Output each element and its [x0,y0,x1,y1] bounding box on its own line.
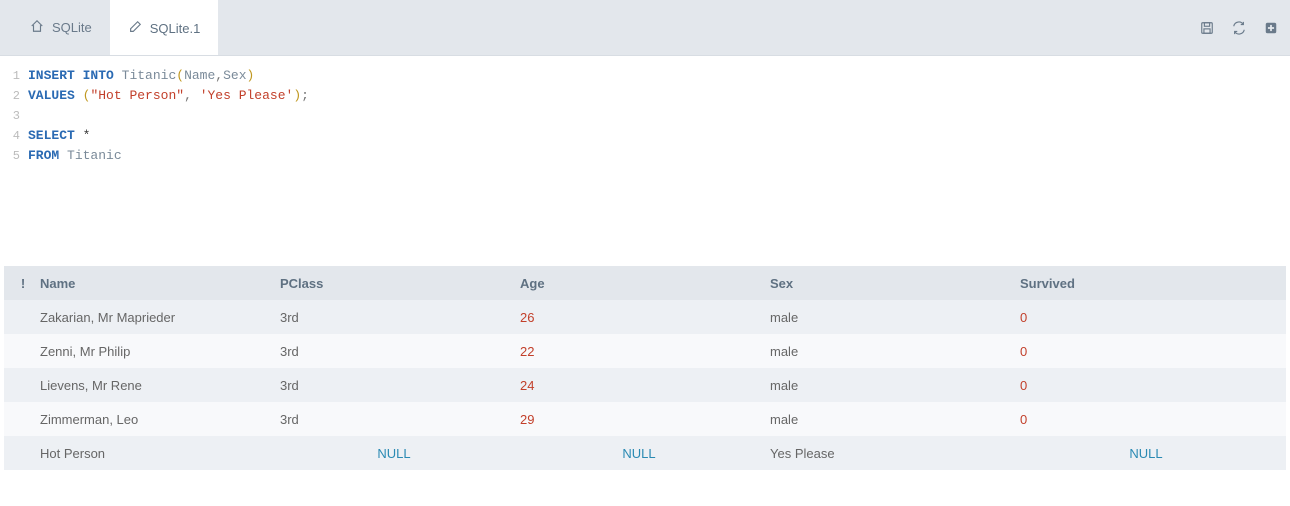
col-header-pclass[interactable]: PClass [274,276,514,291]
line-number: 1 [0,66,28,86]
editor-line[interactable]: 2VALUES ("Hot Person", 'Yes Please'); [0,86,1290,106]
cell-sex: male [764,378,1014,393]
code-content[interactable]: VALUES ("Hot Person", 'Yes Please'); [28,86,309,106]
table-row[interactable]: Lievens, Mr Rene3rd24male0 [4,368,1286,402]
editor-line[interactable]: 3 [0,106,1290,126]
editor-line[interactable]: 1INSERT INTO Titanic(Name,Sex) [0,66,1290,86]
cell-age: 22 [514,344,764,359]
cell-sex: Yes Please [764,446,1014,461]
save-icon[interactable] [1200,21,1214,35]
line-number: 4 [0,126,28,146]
editor-line[interactable]: 4SELECT * [0,126,1290,146]
table-row[interactable]: Zakarian, Mr Maprieder3rd26male0 [4,300,1286,334]
cell-survived: 0 [1014,412,1278,427]
line-number: 5 [0,146,28,166]
cell-name: Zimmerman, Leo [34,412,274,427]
cell-age: NULL [514,446,764,461]
cell-pclass: 3rd [274,344,514,359]
cell-sex: male [764,412,1014,427]
cell-pclass: NULL [274,446,514,461]
line-number: 2 [0,86,28,106]
cell-name: Zenni, Mr Philip [34,344,274,359]
edit-icon [128,20,142,37]
code-content[interactable]: SELECT * [28,126,90,146]
home-icon [30,19,44,36]
tab-label: SQLite [52,20,92,35]
results-table: ! Name PClass Age Sex Survived Zakarian,… [0,266,1290,470]
code-content[interactable]: INSERT INTO Titanic(Name,Sex) [28,66,254,86]
table-header-row: ! Name PClass Age Sex Survived [4,266,1286,300]
row-actions-header[interactable]: ! [12,276,34,291]
col-header-sex[interactable]: Sex [764,276,1014,291]
sql-editor[interactable]: 1INSERT INTO Titanic(Name,Sex)2VALUES ("… [0,56,1290,266]
col-header-age[interactable]: Age [514,276,764,291]
cell-survived: 0 [1014,310,1278,325]
cell-survived: 0 [1014,378,1278,393]
cell-name: Hot Person [34,446,274,461]
cell-age: 29 [514,412,764,427]
editor-line[interactable]: 5FROM Titanic [0,146,1290,166]
top-bar: SQLite SQLite.1 [0,0,1290,56]
line-number: 3 [0,106,28,126]
toolbar [1200,21,1278,35]
table-row[interactable]: Hot PersonNULLNULLYes PleaseNULL [4,436,1286,470]
cell-survived: 0 [1014,344,1278,359]
tabs: SQLite SQLite.1 [12,0,218,55]
tab-sqlite-1[interactable]: SQLite.1 [110,0,219,55]
table-row[interactable]: Zenni, Mr Philip3rd22male0 [4,334,1286,368]
cell-sex: male [764,310,1014,325]
cell-age: 26 [514,310,764,325]
tab-sqlite[interactable]: SQLite [12,0,110,55]
col-header-survived[interactable]: Survived [1014,276,1278,291]
cell-pclass: 3rd [274,378,514,393]
cell-sex: male [764,344,1014,359]
cell-survived: NULL [1014,446,1278,461]
col-header-name[interactable]: Name [34,276,274,291]
cell-name: Zakarian, Mr Maprieder [34,310,274,325]
cell-pclass: 3rd [274,310,514,325]
table-row[interactable]: Zimmerman, Leo3rd29male0 [4,402,1286,436]
code-content[interactable]: FROM Titanic [28,146,122,166]
cell-pclass: 3rd [274,412,514,427]
refresh-icon[interactable] [1232,21,1246,35]
plus-square-icon[interactable] [1264,21,1278,35]
tab-label: SQLite.1 [150,21,201,36]
cell-age: 24 [514,378,764,393]
cell-name: Lievens, Mr Rene [34,378,274,393]
